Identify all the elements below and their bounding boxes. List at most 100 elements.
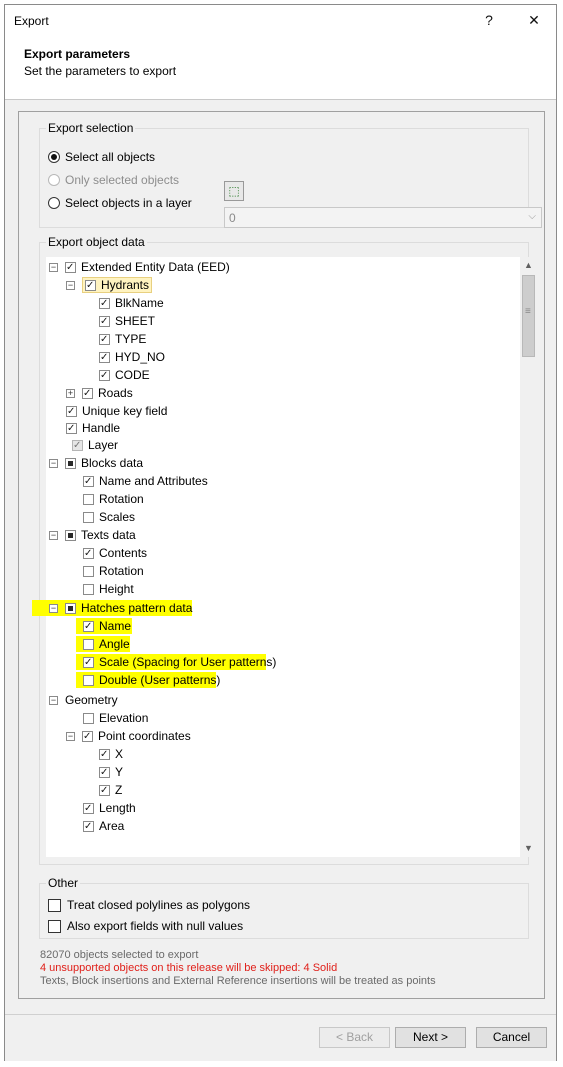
collapse-icon[interactable]: − [49, 530, 58, 540]
tree-node-texts[interactable]: − Texts data [49, 526, 136, 544]
tree-node-roads[interactable]: + Roads [66, 384, 133, 402]
tree-node-blocks[interactable]: − Blocks data [49, 454, 143, 472]
checkbox-type[interactable] [99, 333, 110, 345]
tree-node-hatch-scale[interactable]: Scale (Spacing for User patterns) [83, 653, 276, 671]
export-object-data-legend: Export object data [46, 235, 147, 249]
tree-node-y[interactable]: Y [99, 763, 123, 781]
expand-icon[interactable]: + [66, 388, 75, 398]
tree-node-handle[interactable]: Handle [66, 419, 120, 437]
checkbox-height[interactable] [83, 583, 94, 595]
collapse-icon[interactable]: − [66, 731, 75, 741]
checkbox-hydrants[interactable] [85, 279, 96, 291]
checkbox-hatch-angle[interactable] [83, 638, 94, 650]
help-button[interactable]: ? [475, 9, 503, 31]
page-title: Export parameters [24, 47, 131, 61]
radio-select-all[interactable]: Select all objects [48, 148, 155, 166]
pick-objects-button[interactable]: ⬚ [224, 181, 244, 201]
tree-label-y: Y [115, 765, 124, 779]
tree-node-blkname[interactable]: BlkName [99, 294, 164, 312]
tree-node-blocks-rotation[interactable]: Rotation [83, 490, 144, 508]
tree-node-area[interactable]: Area [83, 817, 124, 835]
checkbox-contents[interactable] [83, 547, 94, 559]
checkbox-sheet[interactable] [99, 315, 110, 327]
checkbox-area[interactable] [83, 820, 94, 832]
tree-node-hydrants[interactable]: − Hydrants [66, 276, 153, 294]
checkbox-x[interactable] [99, 748, 110, 760]
tree-node-contents[interactable]: Contents [83, 544, 147, 562]
checkbox-null-values[interactable] [48, 919, 61, 933]
tree-node-height[interactable]: Height [83, 580, 134, 598]
checkbox-blocks-rotation[interactable] [83, 493, 94, 505]
tree-node-geometry[interactable]: − Geometry [49, 691, 118, 709]
tree-node-hatch-name[interactable]: Name [83, 617, 131, 635]
checkbox-name-attrs[interactable] [83, 475, 94, 487]
checkbox-scales[interactable] [83, 511, 94, 523]
scroll-down-icon[interactable]: ▼ [520, 840, 537, 857]
collapse-icon[interactable]: − [49, 458, 58, 468]
scroll-thumb[interactable] [522, 275, 535, 357]
tree-label-sheet: SHEET [115, 314, 156, 328]
radio-in-layer-indicator[interactable] [48, 197, 60, 209]
collapse-icon[interactable]: − [49, 603, 58, 613]
scroll-up-icon[interactable]: ▲ [520, 257, 537, 274]
tree-label-length: Length [99, 801, 136, 815]
option-null-values[interactable]: Also export fields with null values [48, 917, 243, 935]
next-button[interactable]: Next > [395, 1027, 466, 1048]
option-closed-polylines[interactable]: Treat closed polylines as polygons [48, 896, 250, 914]
checkbox-hatches[interactable] [65, 602, 76, 614]
checkbox-handle[interactable] [66, 422, 77, 434]
checkbox-point-coords[interactable] [82, 730, 93, 742]
checkbox-blocks[interactable] [65, 457, 76, 469]
tree-node-hyd-no[interactable]: HYD_NO [99, 348, 165, 366]
checkbox-eed[interactable] [65, 261, 76, 273]
checkbox-z[interactable] [99, 784, 110, 796]
cancel-button[interactable]: Cancel [476, 1027, 547, 1048]
tree-node-length[interactable]: Length [83, 799, 136, 817]
tree-scrollbar[interactable]: ▲ ▼ [520, 257, 537, 857]
tree-node-unique-key[interactable]: Unique key field [66, 402, 167, 420]
radio-select-all-label: Select all objects [65, 150, 156, 164]
tree-node-name-attrs[interactable]: Name and Attributes [83, 472, 208, 490]
checkbox-elevation[interactable] [83, 712, 94, 724]
tree-node-code[interactable]: CODE [99, 366, 150, 384]
tree-node-type[interactable]: TYPE [99, 330, 146, 348]
collapse-icon[interactable]: − [49, 695, 58, 705]
tree-selected-hydrants[interactable]: Hydrants [82, 277, 153, 293]
checkbox-code[interactable] [99, 369, 110, 381]
tree-node-eed[interactable]: − Extended Entity Data (EED) [49, 258, 230, 276]
collapse-icon[interactable]: − [49, 262, 58, 272]
radio-in-layer-label: Select objects in a layer [65, 196, 192, 210]
checkbox-y[interactable] [99, 766, 110, 778]
tree-label-elevation: Elevation [99, 711, 149, 725]
checkbox-blkname[interactable] [99, 297, 110, 309]
tree-node-x[interactable]: X [99, 745, 123, 763]
checkbox-length[interactable] [83, 802, 94, 814]
tree-node-point-coords[interactable]: − Point coordinates [66, 727, 191, 745]
checkbox-texts-rotation[interactable] [83, 565, 94, 577]
checkbox-hatch-name[interactable] [83, 620, 94, 632]
checkbox-texts[interactable] [65, 529, 76, 541]
collapse-icon[interactable]: − [66, 280, 75, 290]
tree-node-z[interactable]: Z [99, 781, 122, 799]
tree-label-contents: Contents [99, 546, 148, 560]
checkbox-unique-key[interactable] [66, 405, 77, 417]
checkbox-hatch-double[interactable] [83, 674, 94, 686]
tree-node-hatch-angle[interactable]: Angle [83, 635, 130, 653]
checkbox-hyd-no[interactable] [99, 351, 110, 363]
tree-label-hyd-no: HYD_NO [115, 350, 166, 364]
wizard-header: Export parameters Set the parameters to … [5, 35, 556, 100]
radio-select-all-indicator[interactable] [48, 151, 60, 163]
tree-node-elevation[interactable]: Elevation [83, 709, 148, 727]
tree-node-scales[interactable]: Scales [83, 508, 135, 526]
checkbox-hatch-scale[interactable] [83, 656, 94, 668]
export-selection-legend: Export selection [46, 121, 136, 135]
checkbox-closed-polylines[interactable] [48, 898, 61, 912]
radio-in-layer[interactable]: Select objects in a layer [48, 194, 192, 212]
tree-node-sheet[interactable]: SHEET [99, 312, 155, 330]
title-bar: Export ? ✕ [5, 5, 556, 35]
checkbox-roads[interactable] [82, 387, 93, 399]
tree-node-hatches[interactable]: − Hatches pattern data [49, 599, 192, 617]
tree-node-hatch-double[interactable]: Double (User patterns) [83, 671, 220, 689]
tree-node-texts-rotation[interactable]: Rotation [83, 562, 144, 580]
close-button[interactable]: ✕ [520, 9, 548, 31]
